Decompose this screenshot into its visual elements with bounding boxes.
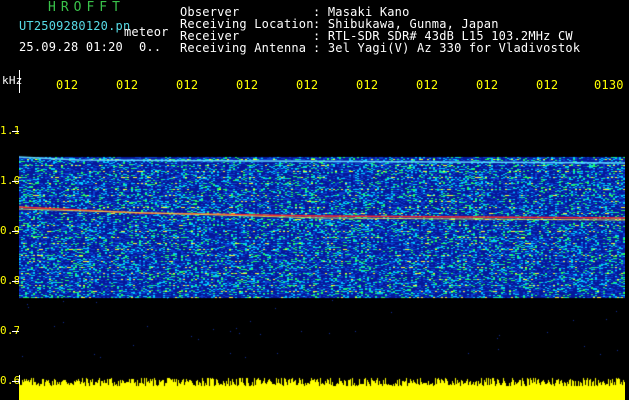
x-tick-label: 012 (176, 78, 199, 92)
x-tick-label: 012 (236, 78, 259, 92)
x-tick-label: 012 (416, 78, 439, 92)
file-type-label: meteor (124, 25, 169, 39)
x-tick-label: 012 (56, 78, 79, 92)
y-tick-mark (12, 131, 19, 132)
y-tick-mark (12, 231, 19, 232)
file-name: UT2509280120.pn (19, 19, 131, 33)
y-tick-mark (12, 181, 19, 182)
app-title: HROFFT (48, 0, 125, 15)
x-tick-label: 012 (116, 78, 139, 92)
x-tick-label: 012 (476, 78, 499, 92)
date-time: 25.09.28 01:20 (19, 40, 123, 54)
x-tick-label: 012 (536, 78, 559, 92)
y-tick-mark (12, 281, 19, 282)
x-tick-label: 0130 (594, 78, 624, 92)
antenna-value: : 3el Yagi(V) Az 330 for Vladivostok (313, 41, 581, 55)
y-tick-mark (12, 331, 19, 332)
signal-level-bar (19, 375, 625, 400)
date-extra: 0.. (139, 40, 162, 54)
y-tick-mark (12, 381, 19, 382)
x-tick-label: 012 (356, 78, 379, 92)
x-tick-label: 012 (296, 78, 319, 92)
spectrogram (19, 93, 625, 375)
antenna-label: Receiving Antenna (180, 41, 307, 55)
